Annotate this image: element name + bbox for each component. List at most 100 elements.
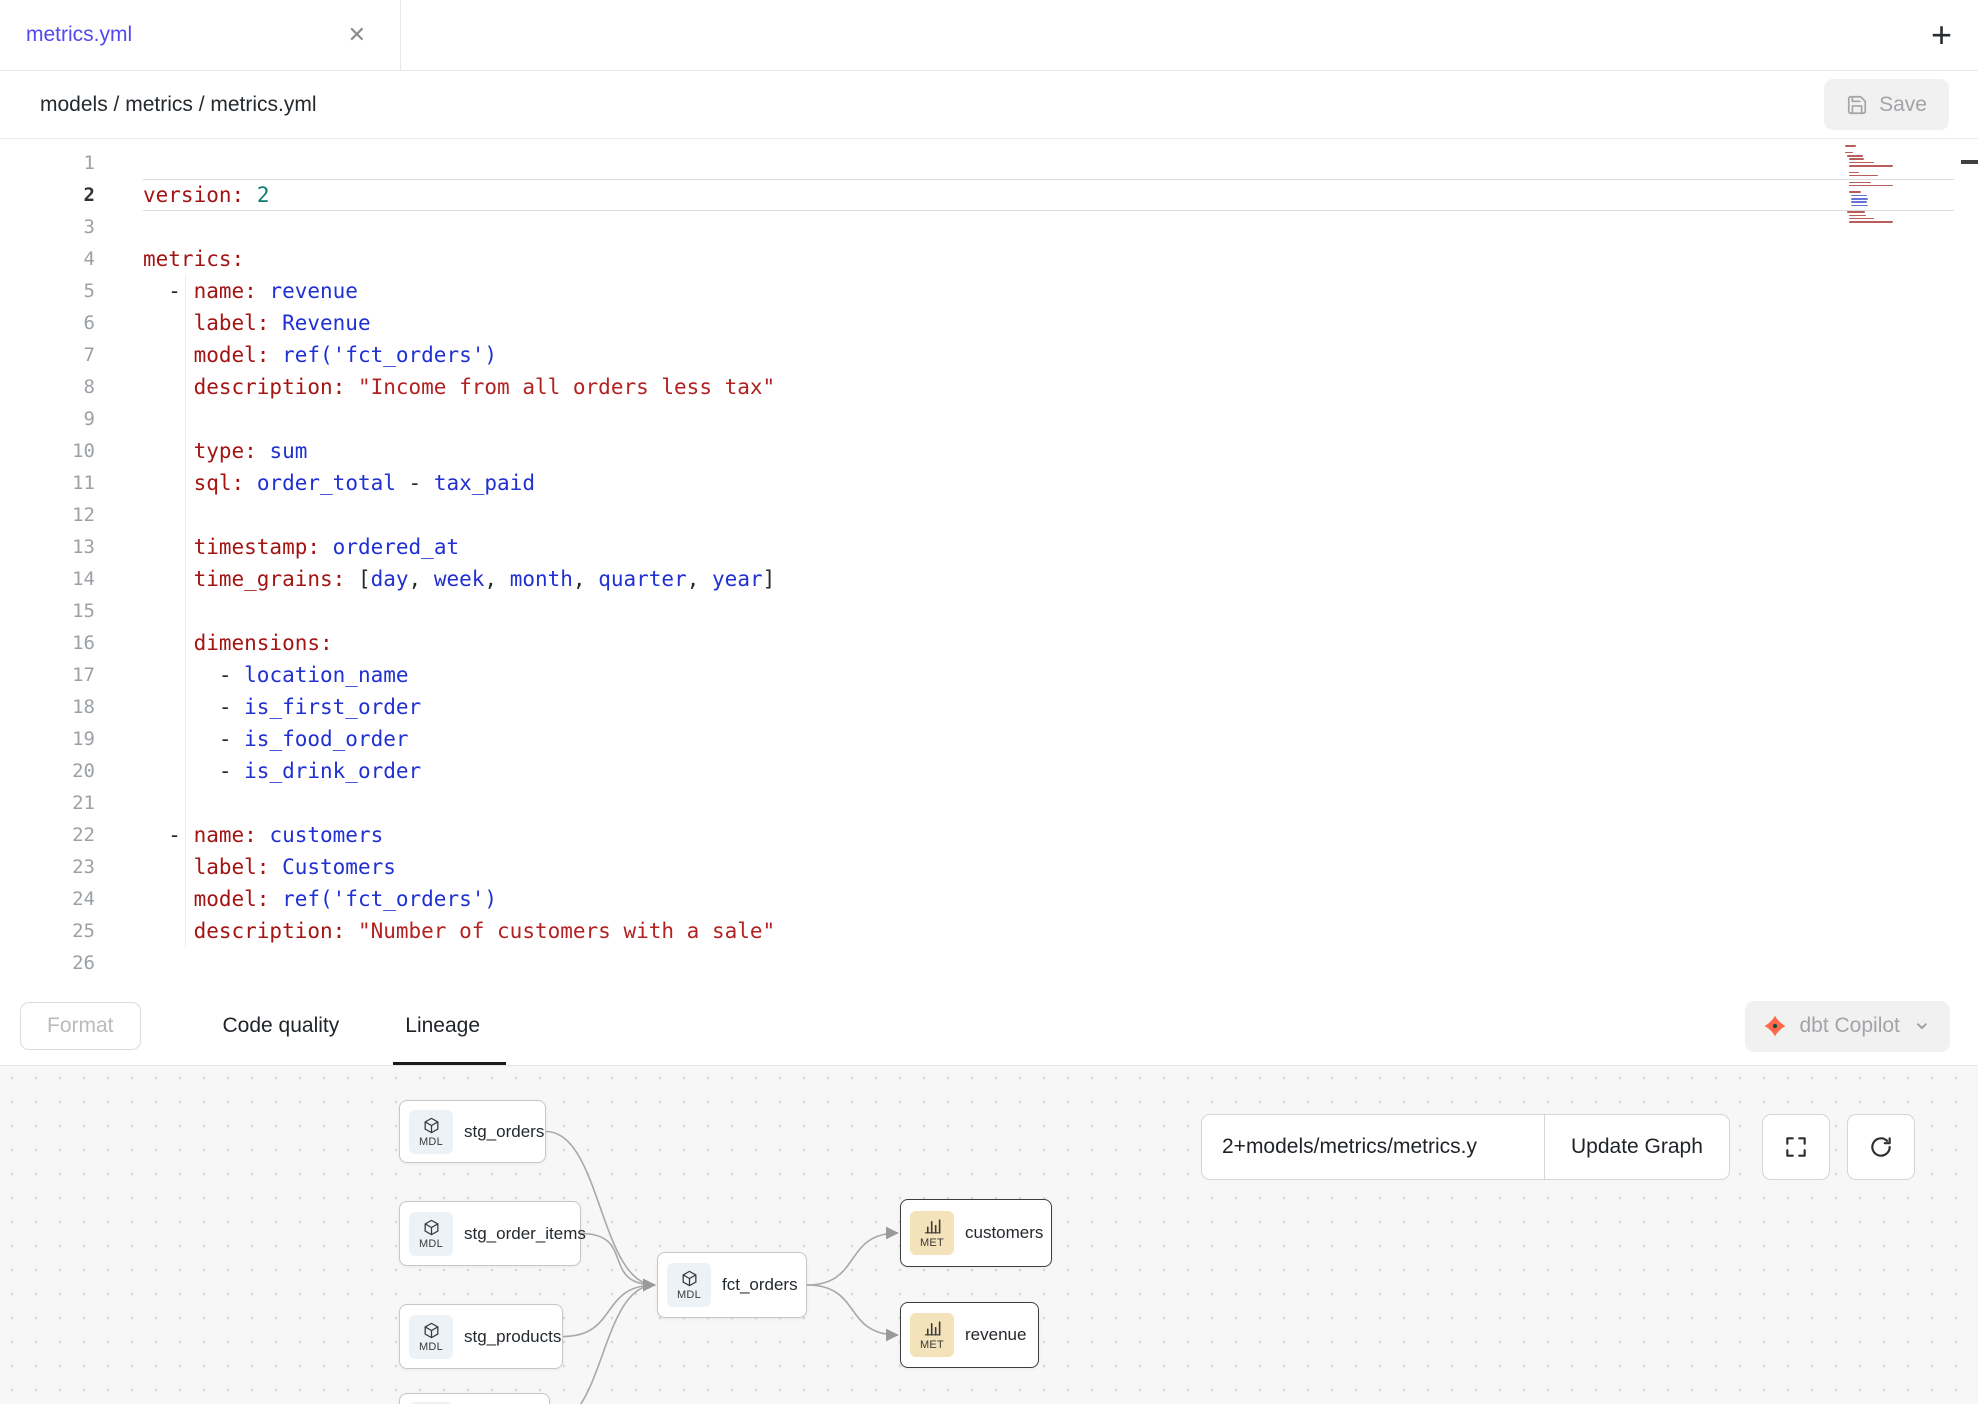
lineage-node-stg_products[interactable]: MDL stg_products [399,1304,563,1369]
lineage-node-stg_orders[interactable]: MDL stg_orders [399,1100,546,1163]
bar-chart-icon: MET [910,1211,954,1255]
code-line[interactable]: timestamp: ordered_at [143,531,1954,563]
gutter: 1234567891011121314151617181920212223242… [0,139,110,987]
node-label: stg_products [464,1327,561,1347]
tab-code-quality[interactable]: Code quality [219,987,344,1065]
lineage-node-fct_orders[interactable]: MDL fct_orders [657,1252,807,1318]
save-label: Save [1879,93,1927,117]
code-editor[interactable]: 1234567891011121314151617181920212223242… [0,139,1978,987]
line-number: 26 [0,947,110,979]
node-kind-badge: MET [920,1237,944,1249]
code-line[interactable]: label: Customers [143,851,1954,883]
line-number: 18 [0,691,110,723]
node-label: revenue [965,1325,1026,1345]
node-label: stg_order_items [464,1224,586,1244]
line-number: 20 [0,755,110,787]
dbt-copilot-button[interactable]: dbt Copilot ⌄ [1745,1001,1950,1052]
new-tab-button[interactable]: + [1931,0,1952,70]
code-line[interactable]: - is_drink_order [143,755,1954,787]
indent-guide [185,275,186,947]
panel-toolbar: Format Code quality Lineage dbt Copilot … [0,987,1978,1066]
code-line[interactable]: - name: revenue [143,275,1954,307]
code-line[interactable]: description: "Number of customers with a… [143,915,1954,947]
line-number: 2 [0,179,110,211]
line-number: 23 [0,851,110,883]
refresh-icon [1868,1134,1894,1160]
line-number: 7 [0,339,110,371]
lineage-canvas[interactable]: MDLstg_ordersMDLstg_order_itemsMDLstg_pr… [0,1066,1978,1404]
code-line[interactable]: dimensions: [143,627,1954,659]
plus-icon: + [1931,14,1952,56]
code-line[interactable]: model: ref('fct_orders') [143,339,1954,371]
code-line[interactable]: - name: customers [143,819,1954,851]
code-line[interactable] [143,147,1954,179]
code-line[interactable]: description: "Income from all orders les… [143,371,1954,403]
update-graph-button[interactable]: Update Graph [1544,1114,1730,1180]
close-icon[interactable]: ✕ [344,20,370,50]
node-label: customers [965,1223,1043,1243]
line-number: 4 [0,243,110,275]
save-icon [1846,94,1868,116]
code-line[interactable] [143,787,1954,819]
code-line[interactable]: - is_first_order [143,691,1954,723]
code-line[interactable]: sql: order_total - tax_paid [143,467,1954,499]
code-line[interactable]: model: ref('fct_orders') [143,883,1954,915]
code-line[interactable] [143,211,1954,243]
cube-icon: MDL [409,1212,453,1256]
code-line[interactable]: type: sum [143,435,1954,467]
scrollbar-annotation[interactable] [1961,160,1978,164]
cube-icon: MDL [409,1110,453,1154]
node-kind-badge: MDL [677,1289,701,1301]
node-label: stg_orders [464,1122,544,1142]
line-number: 3 [0,211,110,243]
code-line[interactable] [143,595,1954,627]
line-number: 15 [0,595,110,627]
code-line[interactable]: - location_name [143,659,1954,691]
line-number: 5 [0,275,110,307]
code-line[interactable]: metrics: [143,243,1954,275]
code-line[interactable] [143,947,1954,979]
cube-icon: MDL [409,1315,453,1359]
fullscreen-icon [1783,1134,1809,1160]
code-line[interactable]: time_grains: [day, week, month, quarter,… [143,563,1954,595]
tab-title: metrics.yml [26,23,344,47]
line-number: 10 [0,435,110,467]
fullscreen-button[interactable] [1762,1114,1830,1180]
cube-icon: MDL [667,1263,711,1307]
node-kind-badge: MDL [419,1136,443,1148]
node-kind-badge: MET [920,1339,944,1351]
tab-metrics-yml[interactable]: metrics.yml ✕ [0,0,401,70]
lineage-node-partial_node[interactable]: MDL [399,1393,550,1404]
code-line[interactable]: label: Revenue [143,307,1954,339]
line-number: 6 [0,307,110,339]
line-number: 22 [0,819,110,851]
minimap[interactable] [1845,142,1895,230]
tab-lineage[interactable]: Lineage [401,987,484,1065]
save-button[interactable]: Save [1824,79,1949,130]
breadcrumb: models / metrics / metrics.yml [40,93,317,117]
node-label: fct_orders [722,1275,798,1295]
code-line[interactable]: version: 2 [143,179,1954,211]
model-selector-input[interactable] [1201,1114,1545,1180]
line-number: 11 [0,467,110,499]
code-line[interactable] [143,403,1954,435]
refresh-button[interactable] [1847,1114,1915,1180]
line-number: 13 [0,531,110,563]
code-line[interactable]: - is_food_order [143,723,1954,755]
code-line[interactable] [143,499,1954,531]
lineage-node-customers[interactable]: MET customers [900,1199,1052,1267]
code-area[interactable]: version: 2 metrics: - name: revenue label… [110,139,1978,987]
lineage-node-revenue[interactable]: MET revenue [900,1302,1039,1368]
dbt-logo-icon [1763,1014,1787,1038]
line-number: 19 [0,723,110,755]
line-number: 12 [0,499,110,531]
node-kind-badge: MDL [419,1238,443,1250]
format-button[interactable]: Format [20,1002,141,1050]
code-lines: version: 2 metrics: - name: revenue label… [143,147,1954,979]
lineage-node-stg_order_items[interactable]: MDLstg_order_items [399,1201,581,1266]
bar-chart-icon: MET [910,1313,954,1357]
line-number: 16 [0,627,110,659]
line-number: 9 [0,403,110,435]
chevron-down-icon: ⌄ [1912,1016,1932,1028]
lineage-controls: Update Graph [1201,1114,1915,1180]
